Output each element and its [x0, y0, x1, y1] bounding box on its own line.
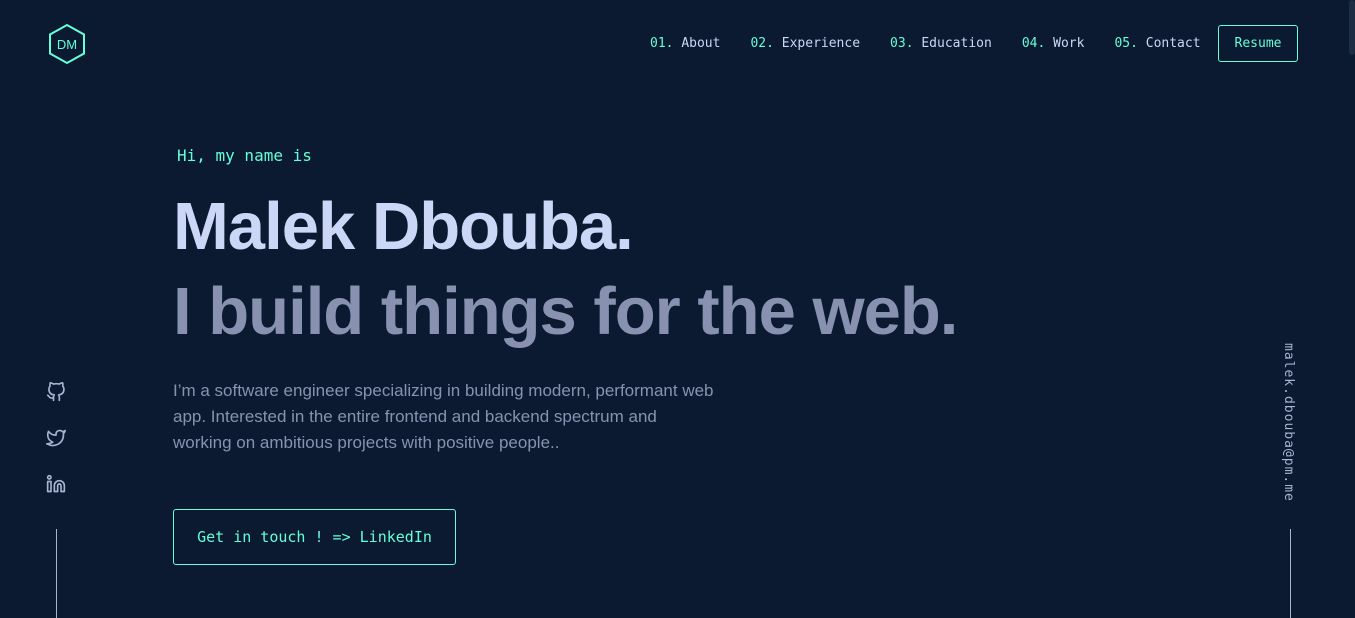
github-icon[interactable]: [46, 381, 66, 403]
scrollbar-thumb[interactable]: [1349, 0, 1355, 55]
nav-number: 04.: [1021, 36, 1046, 51]
nav-label: Experience: [781, 36, 861, 51]
intro-text: Hi, my name is: [177, 146, 312, 165]
nav-label: About: [681, 36, 721, 51]
logo-text: DM: [56, 36, 78, 52]
nav-item-work[interactable]: 04. Work: [1022, 36, 1085, 51]
nav-label: Contact: [1145, 36, 1201, 51]
logo[interactable]: DM: [47, 23, 87, 65]
hero-name: Malek Dbouba.: [173, 189, 634, 264]
social-links: [46, 381, 66, 519]
nav-number: 03.: [890, 36, 914, 51]
hero-tagline: I build things for the web.: [173, 274, 958, 349]
nav-label: Education: [921, 36, 992, 51]
nav-item-about[interactable]: 01. About: [650, 36, 720, 51]
right-divider-line: [1290, 529, 1291, 618]
nav-item-contact[interactable]: 05. Contact: [1114, 36, 1200, 51]
hero-bio: I’m a software engineer specializing in …: [173, 381, 714, 452]
nav-label: Work: [1053, 36, 1085, 51]
resume-button[interactable]: Resume: [1218, 25, 1298, 62]
twitter-icon[interactable]: [46, 427, 66, 449]
linkedin-cta-button[interactable]: Get in touch ! => LinkedIn: [173, 509, 456, 565]
left-divider-line: [56, 529, 57, 618]
email-link[interactable]: malek.dbouba@pm.me: [1281, 343, 1296, 502]
nav-number: 05.: [1114, 36, 1138, 51]
nav-number: 01.: [650, 36, 674, 51]
linkedin-icon[interactable]: [46, 473, 66, 495]
main-nav: 01. About 02. Experience 03. Education 0…: [650, 36, 1201, 51]
nav-item-education[interactable]: 03. Education: [890, 36, 992, 51]
nav-item-experience[interactable]: 02. Experience: [750, 36, 860, 51]
nav-number: 02.: [750, 36, 774, 51]
